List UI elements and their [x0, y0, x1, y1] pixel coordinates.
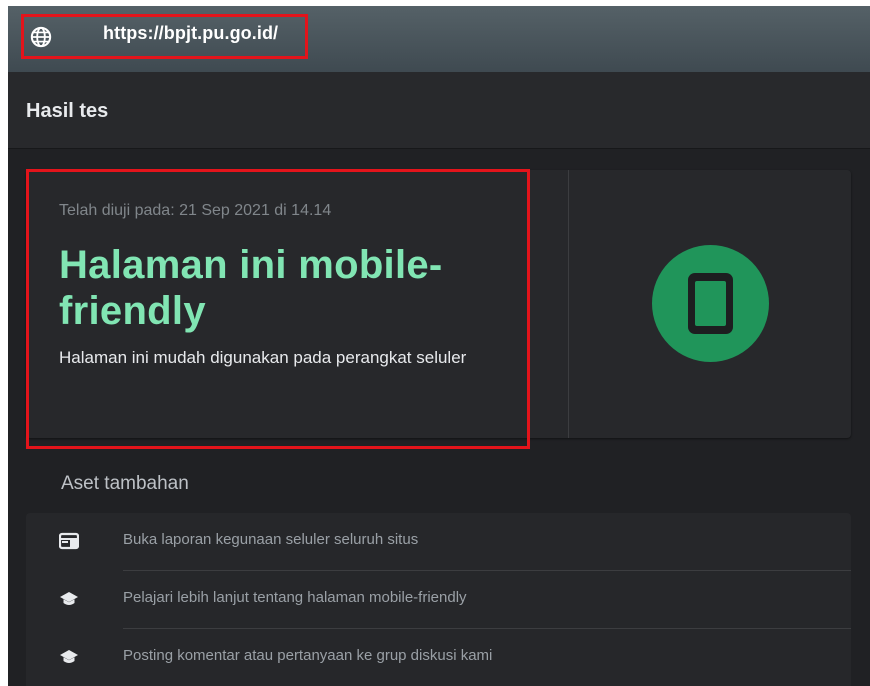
list-item-label[interactable]: Posting komentar atau pertanyaan ke grup… [123, 647, 492, 664]
card-divider [568, 170, 569, 438]
list-item[interactable]: Posting komentar atau pertanyaan ke grup… [26, 629, 851, 686]
list-item[interactable]: Pelajari lebih lanjut tentang halaman mo… [26, 571, 851, 628]
resources-list: Buka laporan kegunaan seluler seluruh si… [26, 513, 851, 686]
url-bar: https://bpjt.pu.go.id/ [8, 6, 870, 72]
tested-url[interactable]: https://bpjt.pu.go.id/ [103, 23, 278, 44]
section-title: Aset tambahan [61, 473, 189, 494]
mobile-friendly-badge [652, 245, 769, 362]
list-item[interactable]: Buka laporan kegunaan seluler seluruh si… [26, 513, 851, 570]
app-window: https://bpjt.pu.go.id/ Hasil tes Telah d… [8, 6, 870, 686]
page-title: Hasil tes [26, 100, 109, 122]
list-item-label[interactable]: Pelajari lebih lanjut tentang halaman mo… [123, 589, 467, 606]
school-icon [60, 650, 78, 663]
globe-icon [30, 26, 52, 48]
results-header: Hasil tes [8, 72, 870, 149]
result-highlight-box [26, 169, 530, 449]
list-item-label[interactable]: Buka laporan kegunaan seluler seluruh si… [123, 531, 418, 548]
school-icon [60, 592, 78, 605]
smartphone-icon [688, 273, 733, 334]
report-icon [59, 532, 79, 550]
